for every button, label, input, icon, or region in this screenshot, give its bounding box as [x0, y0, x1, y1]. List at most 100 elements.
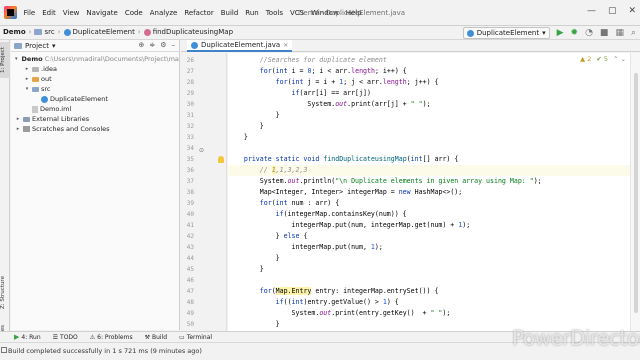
- menu-tools[interactable]: Tools: [262, 9, 286, 18]
- maximize-icon[interactable]: ▢: [608, 6, 617, 16]
- code-line[interactable]: System.out.println("\n Duplicate element…: [228, 176, 630, 187]
- menu-run[interactable]: Run: [242, 9, 262, 18]
- code-line[interactable]: }: [228, 319, 630, 330]
- code-line[interactable]: System.out.print(entry.getKey() + " ");: [228, 308, 630, 319]
- code-line[interactable]: }: [228, 264, 630, 275]
- code-line[interactable]: Map<Integer, Integer> integerMap = new H…: [228, 187, 630, 198]
- code-line[interactable]: if(integerMap.containsKey(num)) {: [228, 209, 630, 220]
- debug-icon[interactable]: ✹: [571, 28, 579, 38]
- code-line[interactable]: integerMap.put(num, integerMap.get(num) …: [228, 220, 630, 231]
- search-icon[interactable]: ⌕: [631, 28, 636, 38]
- breadcrumb-method[interactable]: findDuplicateusingMap: [143, 28, 233, 36]
- line-number: 27: [186, 68, 194, 75]
- expand-arrow-icon[interactable]: ▸: [24, 76, 30, 82]
- tool-tab-terminal[interactable]: ▭ Terminal: [179, 334, 212, 341]
- run-gutter-icon[interactable]: ⊙: [199, 147, 204, 154]
- code-line[interactable]: for(Map.Entry entry: integerMap.entrySet…: [228, 286, 630, 297]
- structure-tool-tab[interactable]: Z: Structure: [0, 276, 10, 310]
- code-line[interactable]: }: [228, 132, 630, 143]
- code-line[interactable]: }: [228, 253, 630, 264]
- tree-item[interactable]: ▾ Demo C:\Users\nmadiral\Documents\Project…: [11, 54, 179, 64]
- menu-edit[interactable]: Edit: [39, 9, 60, 18]
- minimize-icon[interactable]: —: [587, 6, 596, 16]
- breadcrumb-project[interactable]: Demo: [3, 28, 26, 36]
- menu-file[interactable]: File: [20, 9, 39, 18]
- collapse-icon[interactable]: ≑: [149, 41, 155, 49]
- editor-gutter[interactable]: 26 27 28 29 30 31 32 33 34 35 36 37 38 39 40 41 42 43 44 45…: [181, 53, 227, 350]
- code-line[interactable]: }: [228, 121, 630, 132]
- line-number: 44: [186, 255, 194, 262]
- expand-arrow-icon[interactable]: ▸: [15, 116, 21, 122]
- code-line[interactable]: integerMap.put(num, 1);: [228, 242, 630, 253]
- tree-item[interactable]: ▾ src: [11, 84, 179, 94]
- menu-refactor[interactable]: Refactor: [181, 9, 217, 18]
- breadcrumb-class[interactable]: DuplicateElement: [63, 28, 135, 36]
- expand-arrow-icon[interactable]: ▾: [15, 56, 18, 62]
- tool-tab-build[interactable]: ⚒ Build: [145, 334, 167, 341]
- coverage-icon[interactable]: ◔: [585, 28, 593, 38]
- chevron-down-icon[interactable]: ▾: [52, 42, 56, 50]
- menu-navigate[interactable]: Navigate: [83, 9, 121, 18]
- line-number: 50: [186, 321, 194, 328]
- intention-bulb-icon[interactable]: [218, 156, 224, 163]
- expand-arrow-icon[interactable]: ▾: [24, 86, 30, 92]
- tool-tab-problems[interactable]: ⚠ 6: Problems: [90, 334, 133, 341]
- tree-item[interactable]: Demo.iml: [11, 104, 179, 114]
- code-line[interactable]: //Searches for duplicate element: [228, 55, 630, 66]
- code-line[interactable]: if((int)entry.getValue() > 1) {: [228, 297, 630, 308]
- line-number: 30: [186, 101, 194, 108]
- run-icon[interactable]: ▶: [557, 28, 564, 38]
- status-toggle-icon[interactable]: [1, 347, 7, 353]
- locate-icon[interactable]: ⊕: [138, 41, 144, 49]
- menu-bar: File Edit View Navigate Code Analyze Refactor B…: [0, 0, 640, 26]
- tool-tab-todo[interactable]: ☰ TODO: [53, 334, 78, 341]
- stop-icon[interactable]: ■: [600, 28, 609, 38]
- expand-arrow-icon[interactable]: ▸: [15, 126, 21, 132]
- tree-item[interactable]: DuplicateElement: [11, 94, 179, 104]
- tool-tab-run[interactable]: ▶ 4: Run: [14, 333, 41, 341]
- tree-item[interactable]: ▸ .idea: [11, 64, 179, 74]
- code-line[interactable]: [228, 143, 630, 154]
- editor-tab-duplicateelement[interactable]: DuplicateElement.java ✕: [187, 40, 293, 52]
- editor-scrollbar[interactable]: [630, 53, 640, 332]
- tool-tab-icon: ☰: [52, 333, 59, 341]
- status-text: Build completed successfully in 1 s 721 …: [8, 347, 202, 355]
- tree-item[interactable]: ▸ External Libraries: [11, 114, 179, 124]
- tree-item-label: External Libraries: [32, 115, 90, 123]
- project-tool-tab[interactable]: 1: Project: [0, 42, 10, 78]
- menu-analyze[interactable]: Analyze: [146, 9, 181, 18]
- code-editor[interactable]: //Searches for duplicate element for(int…: [228, 53, 630, 332]
- code-line[interactable]: } else {: [228, 231, 630, 242]
- check-count[interactable]: ✔ 5: [596, 55, 608, 63]
- hide-icon[interactable]: –: [172, 41, 176, 49]
- warning-count[interactable]: ▲ 2: [580, 55, 591, 63]
- code-line[interactable]: for(int i = 0; i < arr.length; i++) {: [228, 66, 630, 77]
- code-line[interactable]: // 1,1,3,2,3: [228, 165, 630, 176]
- code-line[interactable]: [228, 275, 630, 286]
- line-number: 39: [186, 200, 194, 207]
- menu-view[interactable]: View: [59, 9, 83, 18]
- expand-arrow-icon[interactable]: ▸: [24, 66, 30, 72]
- run-configuration-select[interactable]: DuplicateElement ▾: [462, 27, 550, 39]
- inspection-nav[interactable]: ⌃ ⌄: [613, 55, 626, 63]
- tree-item[interactable]: ▸ Scratches and Consoles: [11, 124, 179, 134]
- code-line[interactable]: System.out.print(arr[j] + " ");: [228, 99, 630, 110]
- close-tab-icon[interactable]: ✕: [283, 42, 288, 49]
- breadcrumb-src[interactable]: src: [34, 28, 55, 36]
- menu-code[interactable]: Code: [121, 9, 146, 18]
- code-line[interactable]: for(int j = i + 1; j < arr.length; j++) …: [228, 77, 630, 88]
- tree-item[interactable]: ▸ out: [11, 74, 179, 84]
- code-line[interactable]: if(arr[i] == arr[j]): [228, 88, 630, 99]
- class-icon: [191, 41, 198, 49]
- project-structure-icon[interactable]: ▦: [615, 28, 624, 38]
- gear-icon[interactable]: ⚙: [160, 41, 166, 49]
- code-line[interactable]: for(int num : arr) {: [228, 198, 630, 209]
- line-number: 32: [186, 123, 194, 130]
- scrollbar-thumb[interactable]: [634, 73, 638, 313]
- close-icon[interactable]: ✕: [628, 6, 636, 16]
- code-line[interactable]: private static void findDuplicateusingMa…: [228, 154, 630, 165]
- window-title: Demo - DuplicateElement.java: [298, 9, 405, 17]
- code-line[interactable]: }: [228, 110, 630, 121]
- inspection-widget[interactable]: ▲ 2 ✔ 5 ⌃ ⌄: [580, 55, 626, 63]
- menu-build[interactable]: Build: [217, 9, 242, 18]
